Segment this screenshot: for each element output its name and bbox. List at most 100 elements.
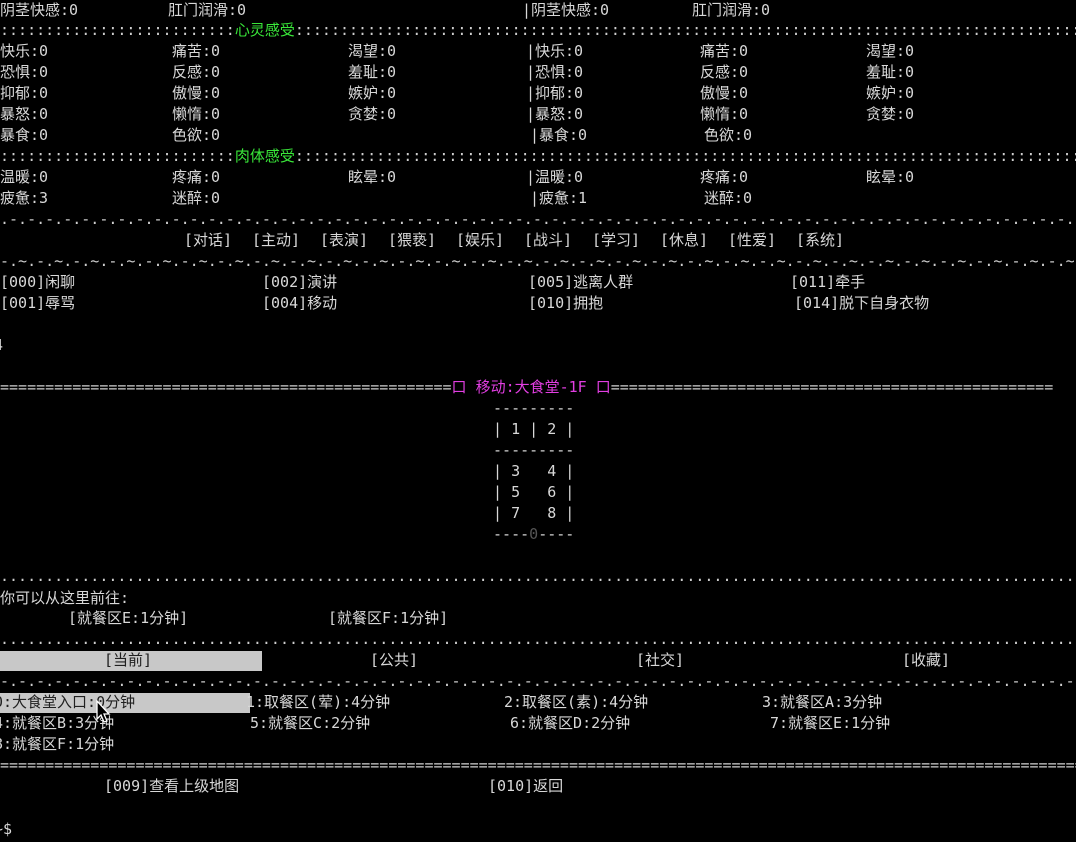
category-tab[interactable]: [性爱] [728, 230, 776, 251]
action-command[interactable]: [011]牵手 [790, 272, 865, 293]
body-stat-value: 疼痛:0 [172, 168, 221, 186]
category-tab[interactable]: [战斗] [524, 230, 572, 251]
location-tab[interactable]: [社交] [636, 650, 684, 671]
destination-option[interactable]: 1:取餐区(荤):4分钟 [246, 692, 390, 713]
action-command[interactable]: [002]演讲 [262, 272, 337, 293]
mind-section-header: ::::::::::::::::::::::::::心灵感受::::::::::… [0, 20, 1076, 41]
status-top-item: 肛门润滑:0 [692, 1, 771, 19]
mind-stat-value: 痛苦:0 [700, 42, 749, 60]
input-echo: 4 [0, 335, 3, 356]
current-position-marker: 0 [529, 525, 539, 543]
map-border: ---- [484, 525, 530, 543]
header-dots: ::::::::::::::::::::::::::::::::::::::::… [294, 21, 1076, 39]
floor-map-line: --------- [484, 441, 575, 459]
floor-map-line: | 7 8 | [484, 504, 575, 522]
category-tab[interactable]: [主动] [252, 230, 300, 251]
action-command[interactable]: [001]辱骂 [0, 293, 75, 314]
floor-map-line: | 3 4 | [484, 462, 575, 480]
floor-map-line: | 5 6 | [484, 483, 575, 501]
floor-map-line: | 1 | 2 | [484, 420, 575, 438]
destination-option[interactable]: 2:取餐区(素):4分钟 [504, 692, 648, 713]
destination-option[interactable]: 6:就餐区D:2分钟 [510, 713, 630, 734]
separator-line: .-.-.-.-.-.-.-.-.-.-.-.-.-.-.-.-.-.-.-.-… [0, 210, 1076, 228]
body-section-title: 肉体感受 [234, 147, 295, 165]
mind-stat-value: 嫉妒:0 [866, 84, 915, 102]
header-equals: ========================================… [0, 378, 452, 396]
separator-line: ........................................… [0, 567, 1076, 585]
status-top-item: 阴茎快感:0 [0, 1, 79, 19]
mind-stat-value: 抑郁:0 [0, 84, 49, 102]
category-tab[interactable]: [学习] [592, 230, 640, 251]
mind-stat-value: |抑郁:0 [526, 84, 584, 102]
map-border: ---- [538, 525, 575, 543]
mind-stat-value: 懒惰:0 [172, 105, 221, 123]
separator-line: -.~.-.~.-.~.-.~.-.~.-.~.-.~.-.~.-.~.-.~.… [0, 252, 1076, 270]
mind-stat-value: 暴怒:0 [0, 105, 49, 123]
action-command[interactable]: [005]逃离人群 [528, 272, 633, 293]
action-command[interactable]: [014]脱下自身衣物 [794, 293, 929, 314]
mind-stat-value: 恐惧:0 [0, 63, 49, 81]
shell-prompt: ~$ [0, 820, 13, 838]
destination-option[interactable]: 8:就餐区F:1分钟 [0, 734, 114, 755]
location-tab[interactable]: [收藏] [902, 650, 950, 671]
mind-stat-value: 快乐:0 [0, 42, 49, 60]
move-header: ========================================… [0, 377, 1076, 398]
separator-line: ========================================… [0, 756, 1076, 774]
body-stat-value: 温暖:0 [0, 168, 49, 186]
mind-section-title: 心灵感受 [234, 21, 295, 39]
floor-map-bottom: ----0---- [484, 524, 574, 545]
mind-stat-value: |暴怒:0 [526, 105, 584, 123]
body-section-header: ::::::::::::::::::::::::::肉体感受::::::::::… [0, 146, 1076, 167]
body-stat-value: |疲惫:1 [530, 189, 588, 207]
mind-stat-value: 色欲:0 [704, 126, 753, 144]
mind-stat-value: 嫉妒:0 [348, 84, 397, 102]
mind-stat-value: |快乐:0 [526, 42, 584, 60]
mouse-pointer-icon [96, 699, 112, 724]
body-stat-value: 迷醉:0 [172, 189, 221, 207]
destination-option[interactable]: 5:就餐区C:2分钟 [250, 713, 370, 734]
mind-stat-value: |暴食:0 [530, 126, 588, 144]
mind-stat-value: 贪婪:0 [866, 105, 915, 123]
location-tab[interactable]: [公共] [370, 650, 418, 671]
category-tab[interactable]: [猥亵] [388, 230, 436, 251]
mind-stat-value: 反感:0 [700, 63, 749, 81]
body-stat-value: 迷醉:0 [704, 189, 753, 207]
destination-option[interactable]: 3:就餐区A:3分钟 [762, 692, 882, 713]
mind-stat-value: 色欲:0 [172, 126, 221, 144]
mind-stat-value: 渴望:0 [866, 42, 915, 60]
location-tab[interactable]: [当前] [104, 650, 152, 671]
separator-line: ........................................… [0, 630, 1076, 648]
category-tab[interactable]: [对话] [184, 230, 232, 251]
action-command[interactable]: [010]拥抱 [528, 293, 603, 314]
header-dots: :::::::::::::::::::::::::: [0, 21, 235, 39]
header-dots: ::::::::::::::::::::::::::::::::::::::::… [294, 147, 1076, 165]
go-option[interactable]: [就餐区F:1分钟] [328, 608, 448, 629]
header-dots: :::::::::::::::::::::::::: [0, 147, 235, 165]
status-top-item: |阴茎快感:0 [522, 1, 610, 19]
footer-command[interactable]: [009]查看上级地图 [104, 776, 239, 797]
header-equals: ========================================… [610, 378, 1054, 396]
action-command[interactable]: [000]闲聊 [0, 272, 75, 293]
body-stat-value: 疼痛:0 [700, 168, 749, 186]
destination-option[interactable]: 7:就餐区E:1分钟 [770, 713, 890, 734]
category-tab[interactable]: [表演] [320, 230, 368, 251]
body-stat-value: 疲惫:3 [0, 189, 49, 207]
move-title: 口 移动:大食堂-1F 口 [451, 378, 611, 396]
category-tab[interactable]: [娱乐] [456, 230, 504, 251]
body-stat-value: |温暖:0 [526, 168, 584, 186]
category-tab[interactable]: [系统] [796, 230, 844, 251]
mind-stat-value: 傲慢:0 [700, 84, 749, 102]
separator-line: -.-.-.-.-.-.-.-.-.-.-.-.-.-.-.-.-.-.-.-.… [0, 672, 1076, 690]
mind-stat-value: 痛苦:0 [172, 42, 221, 60]
category-tab[interactable]: [休息] [660, 230, 708, 251]
destination-option[interactable]: 0:大食堂入口:0分钟 [0, 692, 135, 713]
go-option[interactable]: [就餐区E:1分钟] [68, 608, 188, 629]
action-command[interactable]: [004]移动 [262, 293, 337, 314]
footer-command[interactable]: [010]返回 [488, 776, 563, 797]
mind-stat-value: 羞耻:0 [866, 63, 915, 81]
mind-stat-value: 反感:0 [172, 63, 221, 81]
mind-stat-value: 羞耻:0 [348, 63, 397, 81]
mind-stat-value: |恐惧:0 [526, 63, 584, 81]
floor-map-line: --------- [484, 399, 575, 417]
go-prompt: 你可以从这里前往: [0, 589, 130, 607]
